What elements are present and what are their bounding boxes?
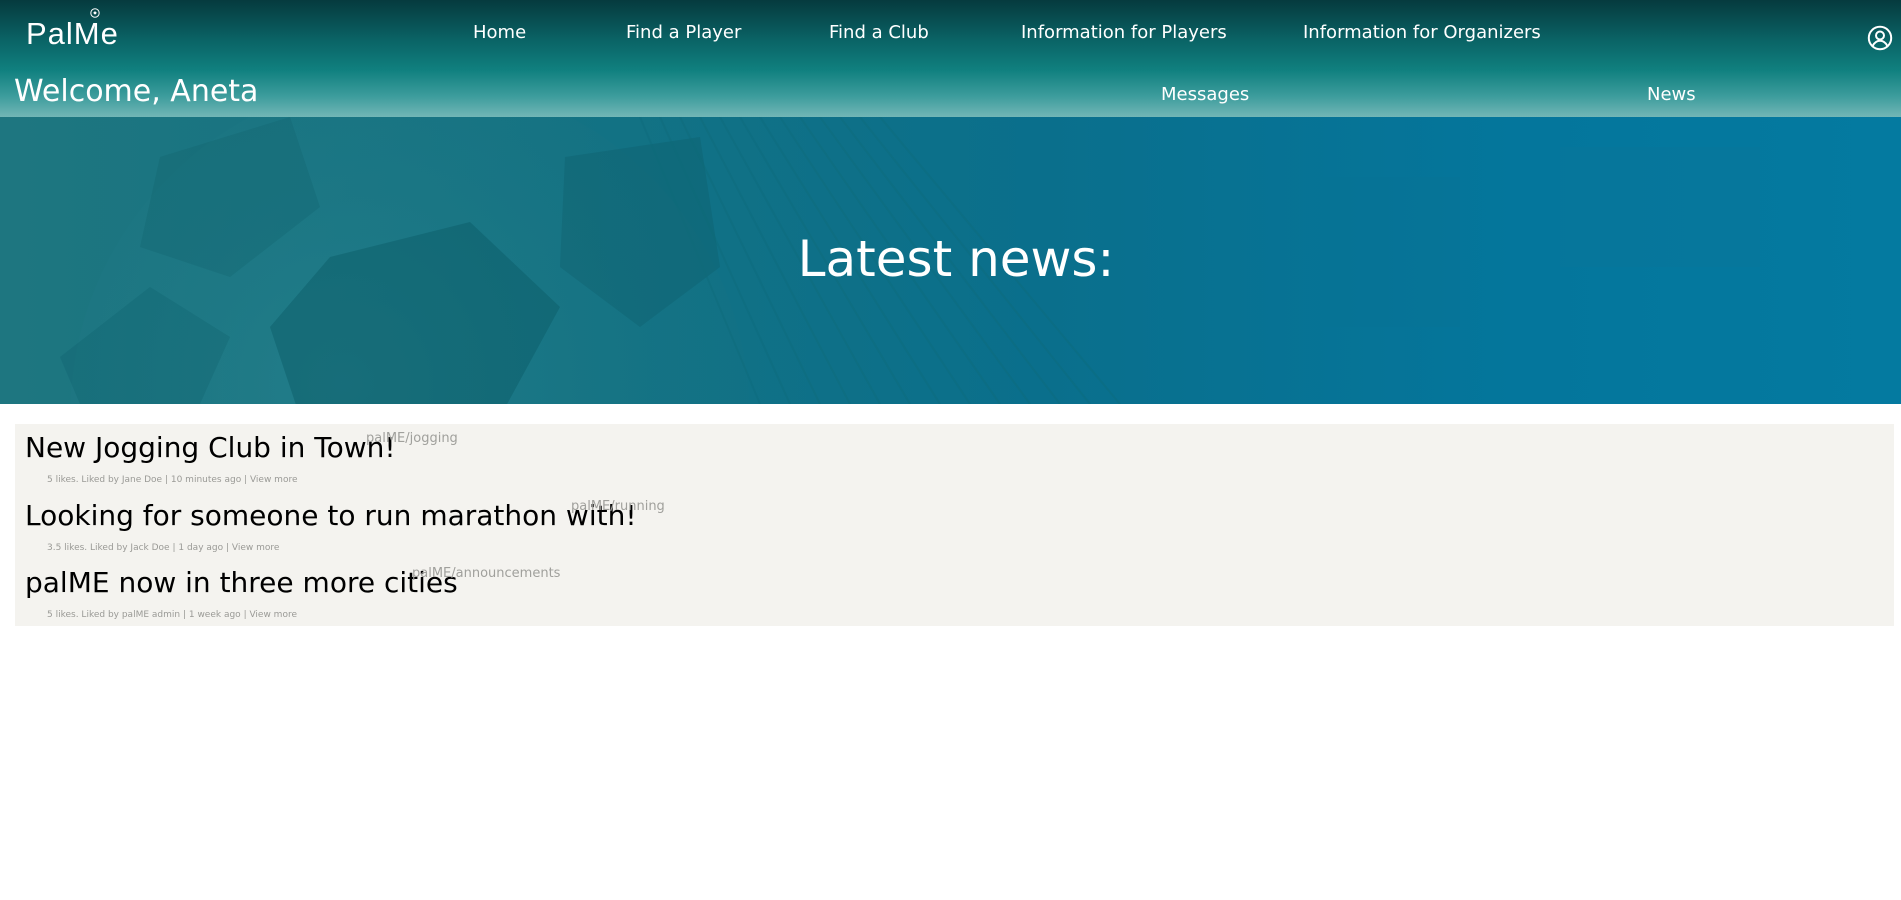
news-likes: 5 likes. Liked by Jane Doe xyxy=(47,475,163,485)
news-title[interactable]: Looking for someone to run marathon with… xyxy=(25,499,637,533)
nav-information-for-players[interactable]: Information for Players xyxy=(1021,22,1227,43)
view-more-link[interactable]: View more xyxy=(232,543,280,553)
nav-home[interactable]: Home xyxy=(473,22,526,43)
logo-text: PalMe xyxy=(26,16,119,51)
news-tag[interactable]: palME/jogging xyxy=(366,431,458,446)
news-time: 1 week ago xyxy=(188,610,241,620)
news-likes: 5 likes. Liked by palME admin xyxy=(47,610,181,620)
news-meta: 5 likes. Liked by Jane Doe | 10 minutes … xyxy=(47,475,298,485)
palme-logo[interactable]: PalMe xyxy=(24,8,118,58)
subnav-messages[interactable]: Messages xyxy=(1161,84,1249,105)
soccer-ball-icon xyxy=(90,8,100,18)
news-tag[interactable]: palME/running xyxy=(571,499,665,514)
nav-information-for-organizers[interactable]: Information for Organizers xyxy=(1303,22,1541,43)
news-title[interactable]: New Jogging Club in Town! xyxy=(25,431,396,465)
news-title[interactable]: palME now in three more cities xyxy=(25,566,458,600)
news-time: 1 day ago xyxy=(178,543,224,553)
news-meta: 3.5 likes. Liked by Jack Doe | 1 day ago… xyxy=(47,543,280,553)
news-list: New Jogging Club in Town! palME/jogging … xyxy=(15,424,1894,626)
user-circle-icon[interactable] xyxy=(1867,25,1893,51)
nav-find-a-club[interactable]: Find a Club xyxy=(829,22,929,43)
news-meta: 5 likes. Liked by palME admin | 1 week a… xyxy=(47,610,297,620)
welcome-message: Welcome, Aneta xyxy=(14,74,259,109)
hero-title: Latest news: xyxy=(797,230,1115,288)
top-header: PalMe Home Find a Player Find a Club Inf… xyxy=(0,0,1901,117)
view-more-link[interactable]: View more xyxy=(249,610,297,620)
nav-find-a-player[interactable]: Find a Player xyxy=(626,22,741,43)
view-more-link[interactable]: View more xyxy=(250,475,298,485)
subnav-news[interactable]: News xyxy=(1647,84,1696,105)
hero-banner: Latest news: xyxy=(0,117,1901,404)
news-likes: 3.5 likes. Liked by Jack Doe xyxy=(47,543,170,553)
news-time: 10 minutes ago xyxy=(170,475,242,485)
news-tag[interactable]: palME/announcements xyxy=(412,566,560,581)
